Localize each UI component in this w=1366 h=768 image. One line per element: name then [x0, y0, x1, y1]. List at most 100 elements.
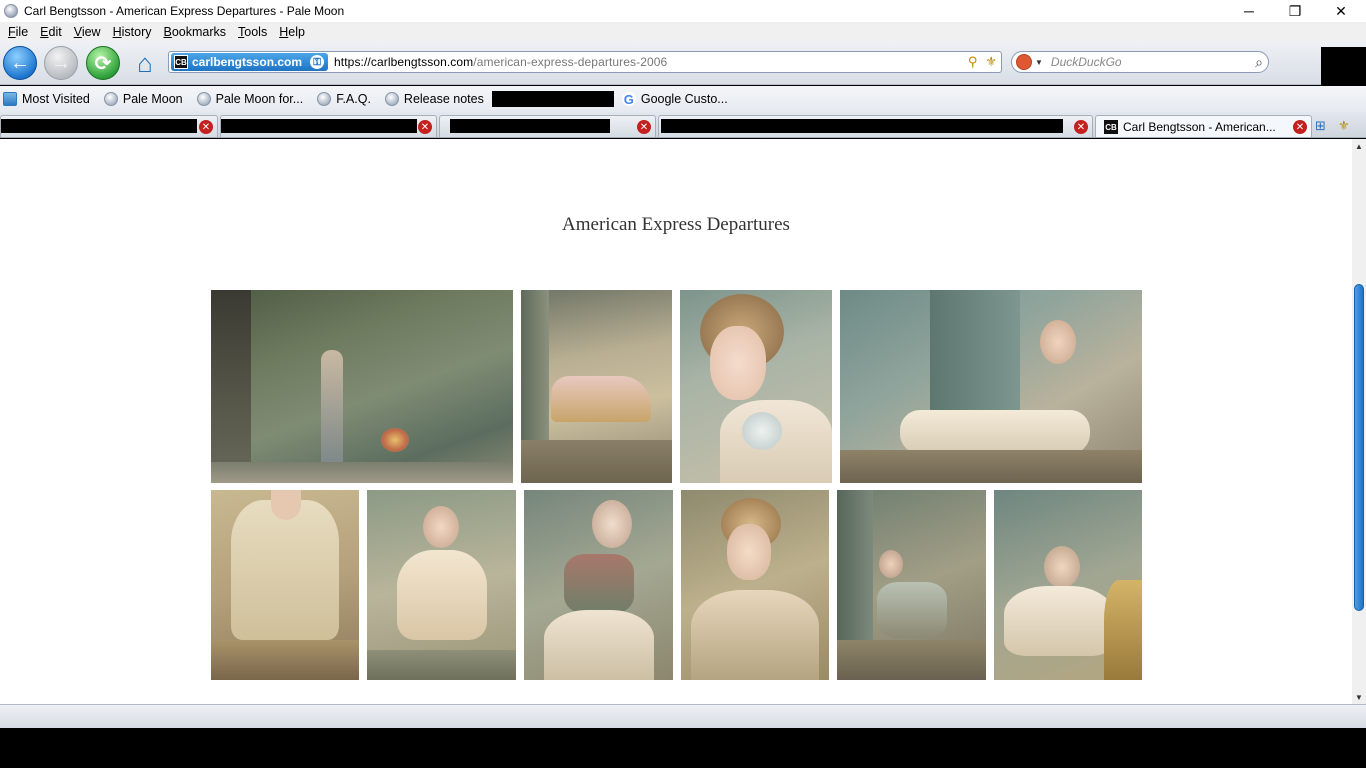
bookmark-faq[interactable]: F.A.Q.	[317, 92, 371, 106]
globe-icon	[196, 92, 211, 106]
menu-file-label: ile	[15, 24, 29, 39]
tab-close-icon[interactable]: ✕	[1074, 120, 1088, 134]
menu-file-accesskey: F	[8, 24, 16, 39]
bookmark-pale-moon[interactable]: Pale Moon	[103, 92, 183, 106]
site-identity-button[interactable]: CB carlbengtsson.com ⚿	[171, 53, 329, 71]
redacted-tab-label	[221, 119, 417, 133]
gallery-photo[interactable]	[840, 290, 1142, 483]
bookmark-most-visited[interactable]: Most Visited	[3, 92, 90, 106]
tab-redacted-2[interactable]: ✕	[220, 115, 437, 137]
search-engine-dropdown-icon[interactable]: ▼	[1035, 58, 1043, 67]
gallery-photo[interactable]	[524, 490, 673, 680]
url-bar[interactable]: CB carlbengtsson.com ⚿ https://carlbengt…	[168, 51, 1002, 73]
window-title: Carl Bengtsson - American Express Depart…	[24, 4, 345, 18]
gallery-photo[interactable]	[837, 490, 986, 680]
taskbar	[0, 728, 1366, 768]
tab-redacted-1[interactable]: ✕	[0, 115, 218, 137]
tab-active[interactable]: CB Carl Bengtsson - American... ✕	[1095, 115, 1312, 137]
menu-bookmarks[interactable]: Bookmarks	[158, 25, 233, 39]
forward-button[interactable]: →	[44, 46, 78, 80]
search-bar[interactable]: ▼ DuckDuckGo ⌕	[1011, 51, 1269, 73]
bookmark-label: Release notes	[403, 92, 484, 106]
gallery-photo[interactable]	[680, 290, 832, 483]
gallery-photo[interactable]	[211, 290, 513, 483]
bookmark-label: Most Visited	[22, 92, 90, 106]
search-input[interactable]: DuckDuckGo	[1051, 55, 1122, 69]
globe-icon	[384, 92, 399, 106]
tab-redacted-4[interactable]: ✕	[658, 115, 1093, 137]
bookmark-label: Google Custo...	[640, 92, 728, 106]
tab-favicon-icon: CB	[1104, 120, 1118, 134]
page-scrollbar[interactable]: ▲ ▼	[1352, 139, 1366, 704]
google-icon: G	[621, 91, 636, 107]
bookmark-pale-moon-for[interactable]: Pale Moon for...	[196, 92, 304, 106]
globe-icon	[317, 92, 332, 106]
back-button[interactable]: ←	[3, 46, 37, 80]
home-button[interactable]: ⌂	[127, 46, 163, 80]
tab-redacted-3[interactable]: ✕	[439, 115, 656, 137]
duckduckgo-engine-icon[interactable]	[1016, 54, 1032, 70]
search-magnifier-icon[interactable]: ⌕	[1255, 54, 1263, 71]
redacted-tab-label	[661, 119, 1063, 133]
bookmark-label: F.A.Q.	[336, 92, 371, 106]
redacted-tab-label	[450, 119, 610, 133]
scrollbar-thumb[interactable]	[1354, 284, 1364, 611]
tab-close-icon[interactable]: ✕	[199, 120, 213, 134]
minimize-button[interactable]: ─	[1226, 0, 1272, 22]
menu-help-accesskey: H	[279, 24, 289, 39]
globe-icon	[103, 92, 118, 106]
tab-close-icon[interactable]: ✕	[418, 120, 432, 134]
feed-icon[interactable]: ⚜	[985, 54, 997, 70]
secure-connection-icon: ⚿	[310, 55, 325, 69]
url-path: /american-express-departures-2006	[473, 55, 668, 69]
url-host: https://carlbengtsson.com	[334, 55, 474, 69]
menu-view[interactable]: View	[68, 25, 107, 39]
gallery-photo[interactable]	[994, 490, 1142, 680]
bookmark-label: Pale Moon	[122, 92, 183, 106]
scroll-down-arrow-icon[interactable]: ▼	[1352, 690, 1366, 704]
menu-edit-accesskey: E	[40, 24, 49, 39]
menu-file[interactable]: File	[2, 25, 34, 39]
menu-edit-label: dit	[48, 24, 62, 39]
tab-bar: ✕ ✕ ✕ ✕ CB Carl Bengtsson - American... …	[0, 112, 1366, 138]
menu-history[interactable]: History	[107, 25, 158, 39]
menu-bar: File Edit View History Bookmarks Tools H…	[0, 22, 1366, 41]
tab-close-icon[interactable]: ✕	[1293, 120, 1307, 134]
title-bar: Carl Bengtsson - American Express Depart…	[0, 0, 1366, 22]
restore-button[interactable]: ❐	[1272, 0, 1318, 22]
reload-button[interactable]: ⟳	[86, 46, 120, 80]
new-tab-icon[interactable]: ⊞	[1315, 118, 1326, 134]
active-tab-label: Carl Bengtsson - American...	[1123, 120, 1276, 134]
menu-bookmarks-label: ookmarks	[171, 24, 227, 39]
site-favicon-icon: CB	[174, 55, 188, 69]
url-text[interactable]: https://carlbengtsson.com/american-expre…	[334, 55, 667, 69]
tab-feed-icon[interactable]: ⚜	[1338, 118, 1350, 134]
bookmark-release-notes[interactable]: Release notes	[384, 92, 484, 106]
redacted-area	[1321, 47, 1366, 88]
menu-tools-label: ools	[244, 24, 268, 39]
site-identity-label: carlbengtsson.com	[192, 55, 303, 69]
bookmark-google-custom[interactable]: G Google Custo...	[621, 91, 728, 107]
menu-bookmarks-accesskey: B	[163, 24, 172, 39]
redacted-tab-label	[1, 119, 197, 133]
page-content: American Express Departures	[0, 139, 1352, 704]
close-window-button[interactable]: ✕	[1318, 0, 1364, 22]
tab-close-icon[interactable]: ✕	[637, 120, 651, 134]
menu-history-label: istory	[121, 24, 152, 39]
menu-edit[interactable]: Edit	[34, 25, 68, 39]
menu-help-label: elp	[288, 24, 305, 39]
scroll-up-arrow-icon[interactable]: ▲	[1352, 139, 1366, 153]
gallery-photo[interactable]	[367, 490, 516, 680]
location-pin-icon[interactable]: ⚲	[968, 54, 978, 70]
menu-tools[interactable]: Tools	[232, 25, 273, 39]
gallery-photo[interactable]	[521, 290, 672, 483]
gallery-photo[interactable]	[211, 490, 359, 680]
gallery-photo[interactable]	[681, 490, 829, 680]
menu-help[interactable]: Help	[273, 25, 311, 39]
status-bar	[0, 704, 1366, 728]
bookmark-label: Pale Moon for...	[215, 92, 304, 106]
menu-history-accesskey: H	[112, 24, 122, 39]
pale-moon-app-icon	[4, 4, 18, 18]
bookmarks-toolbar: Most Visited Pale Moon Pale Moon for... …	[0, 86, 1366, 112]
menu-view-accesskey: V	[73, 24, 82, 39]
